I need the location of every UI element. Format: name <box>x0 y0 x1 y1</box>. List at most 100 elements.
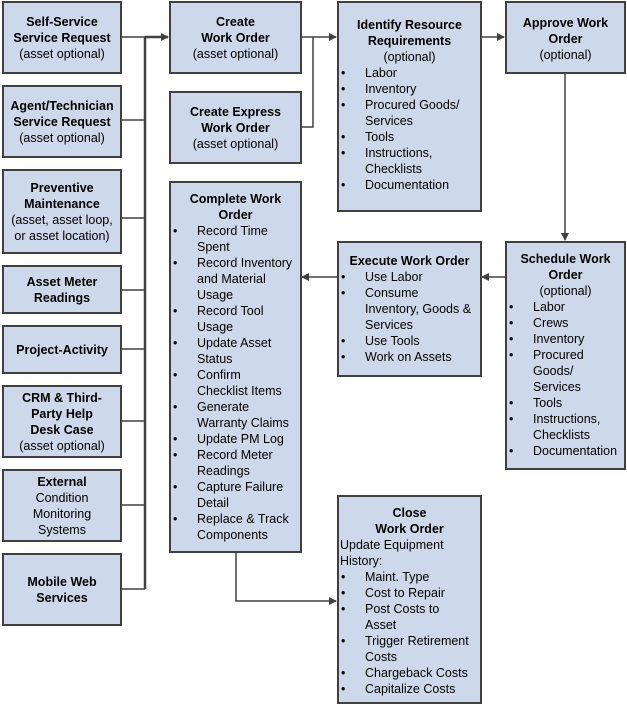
source-preventive-maintenance: Preventive Maintenance (asset, asset loop… <box>2 169 122 254</box>
title-line: External <box>37 474 87 489</box>
source-asset-meter-readings: Asset Meter Readings <box>2 265 122 314</box>
subtitle: Monitoring <box>32 506 92 521</box>
subtitle: (optional) <box>539 48 592 62</box>
source-external-condition-monitoring: External Condition Monitoring Systems <box>2 469 122 542</box>
subtitle: (asset, asset loop, <box>11 212 113 227</box>
list-item: Instructions, Checklists <box>507 411 624 443</box>
list-item: Record Time Spent <box>171 223 300 255</box>
title-line: Maintenance <box>24 196 100 211</box>
list-item: Trigger Retirement Costs <box>339 633 480 665</box>
subtitle: Condition <box>35 490 89 505</box>
subtitle: (asset optional) <box>19 130 105 145</box>
subtitle: (optional) <box>539 284 592 298</box>
approve-work-order-box: Approve Work Order (optional) <box>505 1 626 74</box>
list-item: Use Tools <box>339 333 480 349</box>
list-item: Confirm Checklist Items <box>171 367 300 399</box>
list-item: Maint. Type <box>339 569 480 585</box>
list-item: Labor <box>339 65 480 81</box>
title-line: Requirements <box>367 34 452 48</box>
complete-work-order-box: Complete Work Order Record Time Spent Rec… <box>169 181 302 553</box>
list-item: Documentation <box>507 443 624 459</box>
title-line: Order <box>218 208 253 222</box>
schedule-work-order-box: Schedule Work Order (optional) Labor Crew… <box>505 241 626 470</box>
list-item: Documentation <box>339 177 480 193</box>
title-line: Agent/Technician <box>10 98 114 113</box>
list-item: Procured Goods/ Services <box>507 347 624 395</box>
title-line: Order <box>548 32 583 46</box>
subtitle: or asset location) <box>14 228 110 243</box>
title-line: Readings <box>33 290 91 305</box>
execute-task-list: Use Labor Consume Inventory, Goods & Ser… <box>339 269 480 365</box>
title-line: Order <box>548 268 583 282</box>
identify-resource-requirements-box: Identify Resource Requirements (optional)… <box>337 1 482 212</box>
title-line: Work Order <box>201 30 270 45</box>
list-item: Work on Assets <box>339 349 480 365</box>
subtitle: (asset optional) <box>192 46 279 61</box>
list-item: Tools <box>507 395 624 411</box>
title-line: Approve Work <box>522 16 609 30</box>
list-item: Use Labor <box>339 269 480 285</box>
title-line: CRM & Third- <box>22 390 102 405</box>
title-line: Party Help <box>31 406 93 421</box>
title-line: Mobile Web <box>27 574 97 589</box>
execute-work-order-box: Execute Work Order Use Labor Consume Inv… <box>337 241 482 377</box>
close-intro: Update Equipment History: <box>340 538 444 568</box>
title-line: Create Express <box>189 104 282 119</box>
title-line: Work Order <box>201 120 270 135</box>
source-crm-help-desk-case: CRM & Third- Party Help Desk Case (asset o… <box>2 385 122 458</box>
list-item: Record Tool Usage <box>171 303 300 335</box>
title-line: Service Request <box>13 30 111 45</box>
list-item: Update Asset Status <box>171 335 300 367</box>
create-express-work-order-box: Create Express Work Order (asset optional… <box>169 91 302 164</box>
list-item: Generate Warranty Claims <box>171 399 300 431</box>
title: Execute Work Order <box>349 254 470 268</box>
subtitle: (optional) <box>383 50 436 64</box>
title-line: Identify Resource <box>357 18 462 32</box>
source-project-activity: Project-Activity <box>2 325 122 374</box>
list-item: Capture Failure Detail <box>171 479 300 511</box>
title-line: Desk Case <box>30 422 94 437</box>
arrow-to-close <box>235 552 337 605</box>
title-line: Asset Meter <box>26 274 98 289</box>
list-item: Record Meter Readings <box>171 447 300 479</box>
list-item: Inventory <box>339 81 480 97</box>
schedule-resource-list: Labor Crews Inventory Procured Goods/ Se… <box>507 299 624 459</box>
list-item: Capitalize Costs <box>339 681 480 697</box>
list-item: Instructions, Checklists <box>339 145 480 177</box>
title-line: Complete Work <box>189 192 282 206</box>
list-item: Replace & Track Components <box>171 511 300 543</box>
source-agent-technician-request: Agent/Technician Service Request (asset o… <box>2 85 122 158</box>
resource-list: Labor Inventory Procured Goods/ Services… <box>339 65 480 193</box>
connector-express-right <box>301 37 314 128</box>
list-item: Post Costs to Asset <box>339 601 480 633</box>
source-mobile-web-services: Mobile Web Services <box>2 553 122 626</box>
close-task-list: Maint. Type Cost to Repair Post Costs to… <box>339 569 480 697</box>
complete-task-list: Record Time Spent Record Inventory and M… <box>171 223 300 543</box>
source-self-service-request: Self-Service Service Request (asset optio… <box>2 1 122 74</box>
list-item: Procured Goods/ Services <box>339 97 480 129</box>
title-line: Service Request <box>13 114 111 129</box>
close-work-order-box: Close Work Order Update Equipment History… <box>337 495 482 704</box>
list-item: Cost to Repair <box>339 585 480 601</box>
list-item: Inventory <box>507 331 624 347</box>
title-line: Schedule Work <box>520 252 611 266</box>
title-line: Self-Service <box>26 14 98 29</box>
subtitle: (asset optional) <box>19 438 105 453</box>
list-item: Tools <box>339 129 480 145</box>
list-item: Chargeback Costs <box>339 665 480 681</box>
title-line: Create <box>216 14 255 29</box>
list-item: Consume Inventory, Goods & Services <box>339 285 480 333</box>
title-line: Project-Activity <box>16 342 108 357</box>
title-line: Close <box>392 506 427 520</box>
list-item: Record Inventory and Material Usage <box>171 255 300 303</box>
subtitle: (asset optional) <box>192 136 279 151</box>
title-line: Preventive <box>30 180 94 195</box>
subtitle: Systems <box>38 522 86 537</box>
subtitle: (asset optional) <box>19 46 105 61</box>
list-item: Labor <box>507 299 624 315</box>
list-item: Update PM Log <box>171 431 300 447</box>
title-line: Work Order <box>375 522 444 536</box>
title-line: Services <box>36 590 88 605</box>
create-work-order-box: Create Work Order (asset optional) <box>169 1 302 74</box>
list-item: Crews <box>507 315 624 331</box>
